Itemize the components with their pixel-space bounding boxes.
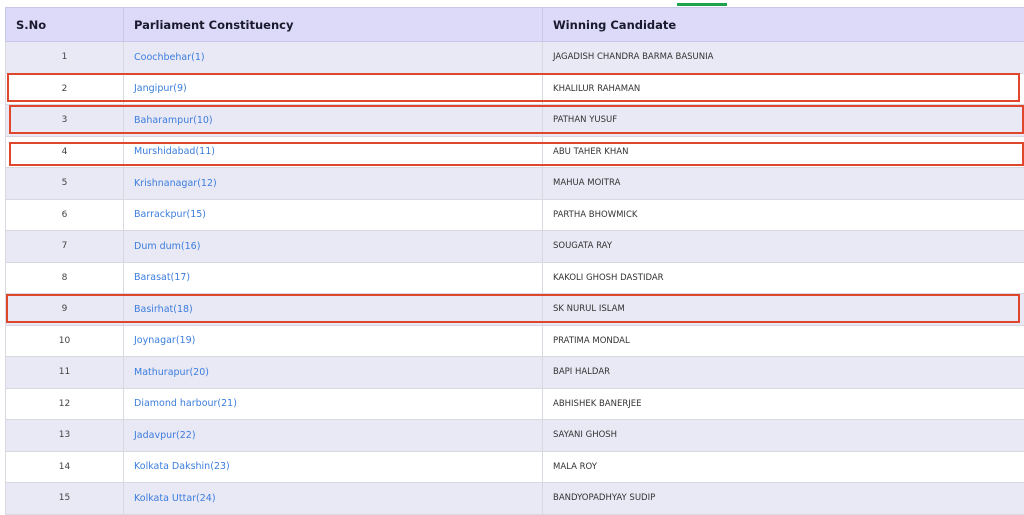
table-row: 13Jadavpur(22)SAYANI GHOSH bbox=[6, 420, 1024, 452]
table-row: 10Joynagar(19)PRATIMA MONDAL bbox=[6, 325, 1024, 357]
candidate-cell: SAYANI GHOSH bbox=[543, 420, 1024, 452]
constituency-link[interactable]: Kolkata Uttar(24) bbox=[124, 483, 543, 515]
constituency-link[interactable]: Kolkata Dakshin(23) bbox=[124, 451, 543, 483]
candidate-cell: BANDYOPADHYAY SUDIP bbox=[543, 483, 1024, 515]
candidate-cell: JAGADISH CHANDRA BARMA BASUNIA bbox=[543, 42, 1024, 74]
candidate-cell: KAKOLI GHOSH DASTIDAR bbox=[543, 262, 1024, 294]
table-row: 15Kolkata Uttar(24)BANDYOPADHYAY SUDIP bbox=[6, 483, 1024, 515]
table-row: 1Coochbehar(1)JAGADISH CHANDRA BARMA BAS… bbox=[6, 42, 1024, 74]
constituency-link[interactable]: Dum dum(16) bbox=[124, 231, 543, 263]
table-row: 5Krishnanagar(12)MAHUA MOITRA bbox=[6, 168, 1024, 200]
highlight-box-row-2 bbox=[7, 73, 1020, 102]
constituency-link[interactable]: Krishnanagar(12) bbox=[124, 168, 543, 200]
sno-cell: 8 bbox=[6, 262, 124, 294]
constituency-link[interactable]: Coochbehar(1) bbox=[124, 42, 543, 74]
table-header-row: S.No Parliament Constituency Winning Can… bbox=[6, 8, 1024, 42]
sno-cell: 12 bbox=[6, 388, 124, 420]
sno-cell: 13 bbox=[6, 420, 124, 452]
table-row: 7Dum dum(16)SOUGATA RAY bbox=[6, 231, 1024, 263]
constituency-link[interactable]: Jadavpur(22) bbox=[124, 420, 543, 452]
sno-cell: 6 bbox=[6, 199, 124, 231]
table-row: 8Barasat(17)KAKOLI GHOSH DASTIDAR bbox=[6, 262, 1024, 294]
sno-cell: 7 bbox=[6, 231, 124, 263]
candidate-cell: PRATIMA MONDAL bbox=[543, 325, 1024, 357]
candidate-cell: PARTHA BHOWMICK bbox=[543, 199, 1024, 231]
table-row: 12Diamond harbour(21)ABHISHEK BANERJEE bbox=[6, 388, 1024, 420]
candidate-cell: MALA ROY bbox=[543, 451, 1024, 483]
table-row: 14Kolkata Dakshin(23)MALA ROY bbox=[6, 451, 1024, 483]
constituency-link[interactable]: Barrackpur(15) bbox=[124, 199, 543, 231]
highlight-box-row-4 bbox=[9, 142, 1024, 166]
constituency-link[interactable]: Diamond harbour(21) bbox=[124, 388, 543, 420]
column-header-sno[interactable]: S.No bbox=[6, 8, 124, 42]
sno-cell: 5 bbox=[6, 168, 124, 200]
sno-cell: 14 bbox=[6, 451, 124, 483]
candidate-cell: BAPI HALDAR bbox=[543, 357, 1024, 389]
column-header-constituency[interactable]: Parliament Constituency bbox=[124, 8, 543, 42]
table-row: 6Barrackpur(15)PARTHA BHOWMICK bbox=[6, 199, 1024, 231]
table-row: 11Mathurapur(20)BAPI HALDAR bbox=[6, 357, 1024, 389]
active-tab-indicator bbox=[677, 3, 727, 6]
constituency-link[interactable]: Barasat(17) bbox=[124, 262, 543, 294]
sno-cell: 15 bbox=[6, 483, 124, 515]
sno-cell: 11 bbox=[6, 357, 124, 389]
sno-cell: 10 bbox=[6, 325, 124, 357]
constituency-link[interactable]: Joynagar(19) bbox=[124, 325, 543, 357]
candidate-cell: ABHISHEK BANERJEE bbox=[543, 388, 1024, 420]
candidate-cell: SOUGATA RAY bbox=[543, 231, 1024, 263]
column-header-candidate[interactable]: Winning Candidate bbox=[543, 8, 1024, 42]
candidate-cell: MAHUA MOITRA bbox=[543, 168, 1024, 200]
highlight-box-row-3 bbox=[9, 105, 1024, 134]
constituency-link[interactable]: Mathurapur(20) bbox=[124, 357, 543, 389]
sno-cell: 1 bbox=[6, 42, 124, 74]
highlight-box-row-9 bbox=[6, 294, 1020, 323]
